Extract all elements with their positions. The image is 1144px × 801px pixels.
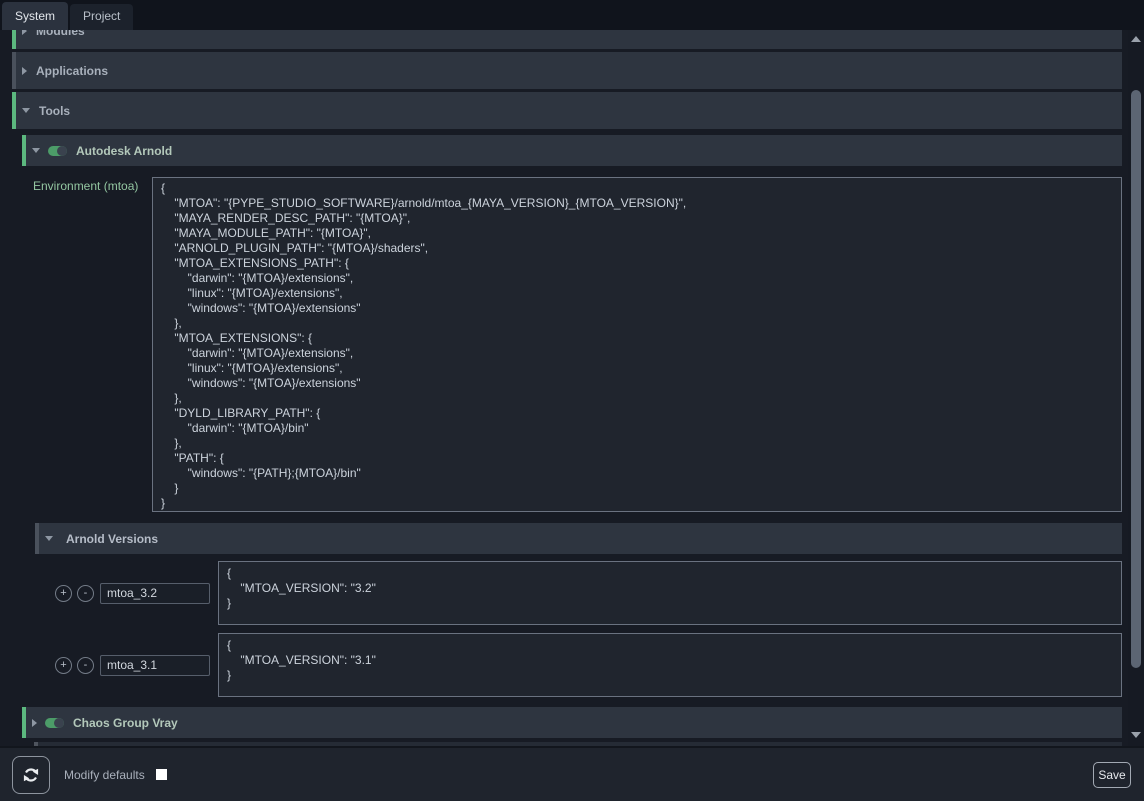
expand-arrow-icon[interactable] <box>32 719 37 727</box>
vray-enabled-toggle[interactable] <box>45 718 64 728</box>
settings-content: Modules Applications Tools <box>0 30 1144 746</box>
section-arnold-versions-header[interactable]: Arnold Versions <box>35 523 1122 554</box>
section-applications-label: Applications <box>36 64 108 78</box>
section-vray: Chaos Group Vray <box>22 707 1122 738</box>
add-version-button[interactable]: + <box>55 657 72 674</box>
tab-bar: System Project <box>0 0 1144 30</box>
version-json-editor[interactable]: { "MTOA_VERSION": "3.1" } <box>218 633 1122 697</box>
footer-bar: Modify defaults Save <box>0 746 1144 801</box>
scroll-up-button[interactable] <box>1128 32 1144 46</box>
collapse-arrow-icon[interactable] <box>32 148 40 153</box>
version-name-input[interactable] <box>100 655 210 676</box>
vertical-scrollbar[interactable] <box>1128 30 1144 746</box>
section-modules-label: Modules <box>36 30 85 38</box>
refresh-icon <box>21 765 41 785</box>
section-arnold-versions: Arnold Versions + - { "MTOA_VERSION": "3… <box>35 523 1122 697</box>
environment-row: Environment (mtoa) { "MTOA": "{PYPE_STUD… <box>33 177 1122 512</box>
up-arrow-icon <box>1131 36 1141 42</box>
section-modules-header[interactable]: Modules <box>12 30 1122 49</box>
section-modules: Modules <box>12 30 1122 49</box>
modify-defaults-label: Modify defaults <box>64 768 145 782</box>
section-tools-header[interactable]: Tools <box>12 92 1122 129</box>
settings-scroll-area: Modules Applications Tools <box>0 30 1144 746</box>
environment-json-editor[interactable]: { "MTOA": "{PYPE_STUDIO_SOFTWARE}/arnold… <box>152 177 1122 512</box>
refresh-button[interactable] <box>12 756 50 794</box>
add-version-button[interactable]: + <box>55 585 72 602</box>
version-row: + - { "MTOA_VERSION": "3.2" } <box>35 561 1122 625</box>
section-arnold-versions-label: Arnold Versions <box>66 532 158 546</box>
section-tools: Tools Autodesk Arnold Environment (mtoa)… <box>12 92 1122 746</box>
version-row: + - { "MTOA_VERSION": "3.1" } <box>35 633 1122 697</box>
version-name-input[interactable] <box>100 583 210 604</box>
section-arnold-header[interactable]: Autodesk Arnold <box>22 135 1122 166</box>
down-arrow-icon <box>1131 732 1141 738</box>
expand-arrow-icon[interactable] <box>22 30 27 35</box>
section-arnold: Autodesk Arnold Environment (mtoa) { "MT… <box>22 135 1122 697</box>
section-vray-header[interactable]: Chaos Group Vray <box>22 707 1122 738</box>
section-vray-label: Chaos Group Vray <box>73 716 178 730</box>
section-tools-body: Autodesk Arnold Environment (mtoa) { "MT… <box>12 135 1122 746</box>
section-applications-header[interactable]: Applications <box>12 52 1122 89</box>
remove-version-button[interactable]: - <box>77 657 94 674</box>
section-tools-label: Tools <box>39 104 70 118</box>
version-json-editor[interactable]: { "MTOA_VERSION": "3.2" } <box>218 561 1122 625</box>
tab-project[interactable]: Project <box>70 4 133 30</box>
remove-version-button[interactable]: - <box>77 585 94 602</box>
modify-defaults-checkbox[interactable] <box>156 769 167 780</box>
collapse-arrow-icon[interactable] <box>45 536 53 541</box>
arnold-enabled-toggle[interactable] <box>48 146 67 156</box>
section-arnold-label: Autodesk Arnold <box>76 144 172 158</box>
expand-arrow-icon[interactable] <box>22 67 27 75</box>
scroll-down-button[interactable] <box>1128 728 1144 742</box>
collapse-arrow-icon[interactable] <box>22 108 30 113</box>
environment-label: Environment (mtoa) <box>33 177 152 512</box>
tab-system[interactable]: System <box>2 2 68 30</box>
section-applications: Applications <box>12 52 1122 89</box>
scrollbar-thumb[interactable] <box>1131 90 1141 668</box>
save-button[interactable]: Save <box>1093 762 1131 788</box>
